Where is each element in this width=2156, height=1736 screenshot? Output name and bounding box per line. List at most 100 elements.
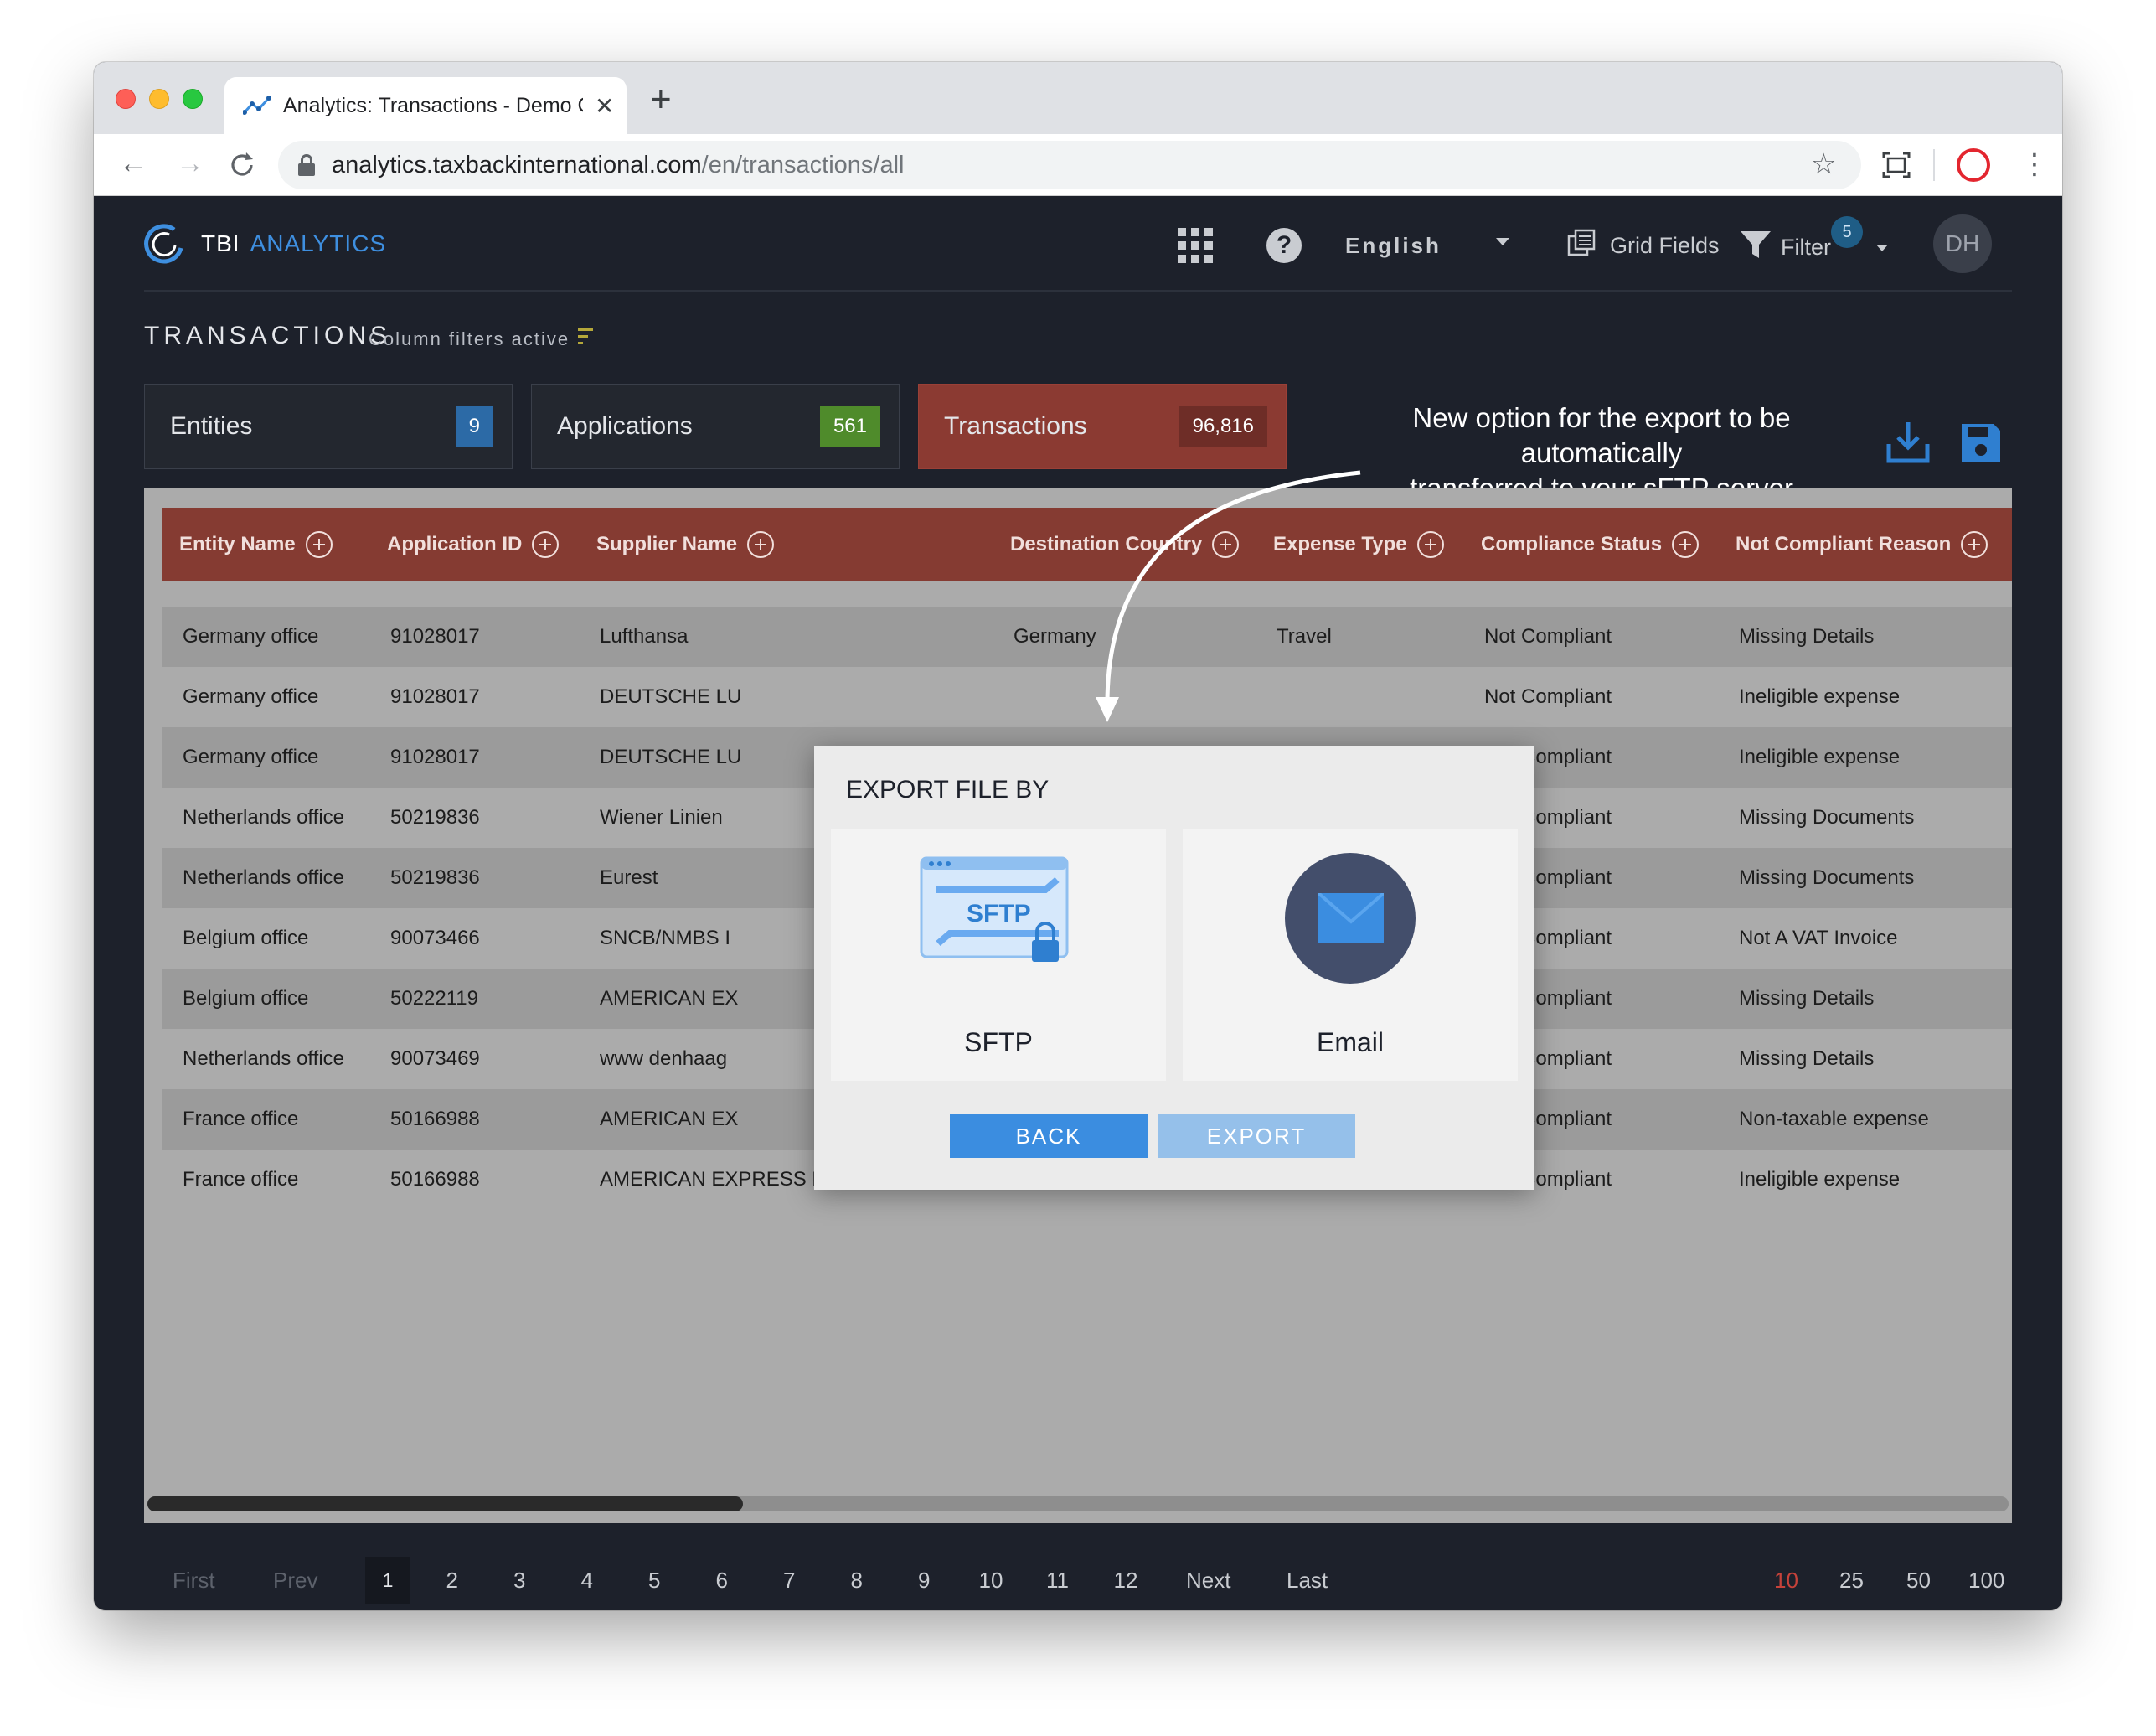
table-cell: Non-taxable expense <box>1739 1108 1929 1130</box>
user-avatar[interactable]: DH <box>1933 214 1992 273</box>
add-filter-plus-icon[interactable] <box>1416 531 1444 558</box>
pagination-page[interactable]: 12 <box>1114 1563 1138 1597</box>
column-header-entity-name[interactable]: Entity Name <box>179 508 333 581</box>
email-option[interactable]: Email <box>1183 829 1518 1081</box>
browser-tab[interactable]: Analytics: Transactions - Demo C ✕ <box>224 77 627 134</box>
column-header-compliance-status[interactable]: Compliance Status <box>1481 508 1700 581</box>
sftp-option[interactable]: SFTP SFTP <box>831 829 1166 1081</box>
page-size-option[interactable]: 50 <box>1906 1563 1931 1597</box>
analytics-favicon-icon <box>243 96 271 115</box>
back-button[interactable]: BACK <box>950 1114 1148 1158</box>
envelope-icon <box>1318 893 1384 943</box>
pagination-page[interactable]: 9 <box>918 1563 930 1597</box>
close-window-button[interactable] <box>116 89 136 109</box>
brand[interactable]: TBI ANALYTICS <box>144 223 386 265</box>
export-button[interactable]: EXPORT <box>1158 1114 1355 1158</box>
table-cell <box>1277 667 1478 727</box>
pagination-page[interactable]: 4 <box>581 1563 593 1597</box>
page-size-option[interactable]: 10 <box>1774 1563 1798 1597</box>
forward-arrow-icon[interactable]: → <box>176 147 204 180</box>
add-filter-plus-icon[interactable] <box>1212 531 1240 558</box>
pagination-page[interactable]: 8 <box>851 1563 863 1597</box>
table-cell: Travel <box>1277 625 1332 648</box>
table-cell: Ineligible expense <box>1739 746 1901 768</box>
add-filter-plus-icon[interactable] <box>1961 531 1988 558</box>
scrollbar-thumb[interactable] <box>147 1496 744 1511</box>
reload-icon[interactable] <box>228 151 256 179</box>
column-header-label: Entity Name <box>179 533 296 555</box>
pagination-first[interactable]: First <box>173 1563 215 1597</box>
brand-tbi: TBI <box>201 230 240 256</box>
pagination-prev[interactable]: Prev <box>273 1563 317 1597</box>
table-cell: Germany office <box>183 625 319 648</box>
grid-fields-button[interactable]: Grid Fields <box>1610 233 1720 259</box>
add-filter-plus-icon[interactable] <box>747 531 775 558</box>
pagination-last[interactable]: Last <box>1287 1563 1328 1597</box>
table-cell: France office <box>183 1108 299 1130</box>
table-cell: Missing Details <box>1739 625 1875 648</box>
table-cell: Belgium office <box>183 987 309 1010</box>
email-circle <box>1285 853 1416 984</box>
column-header-application-id[interactable]: Application ID <box>387 508 560 581</box>
column-header-expense-type[interactable]: Expense Type <box>1273 508 1444 581</box>
table-cell: Ineligible expense <box>1739 1168 1901 1191</box>
filter-lines-icon[interactable] <box>578 327 595 347</box>
table-cell: Germany office <box>183 685 319 708</box>
browser-tab-bar: Analytics: Transactions - Demo C ✕ + <box>94 62 2062 134</box>
page-size-option[interactable]: 100 <box>1968 1563 2004 1597</box>
pagination-page[interactable]: 3 <box>513 1563 525 1597</box>
add-filter-plus-icon[interactable] <box>305 531 333 558</box>
tab-entities-label: Entities <box>170 412 253 440</box>
filter-chevron-down-icon[interactable] <box>1876 245 1888 251</box>
add-filter-plus-icon[interactable] <box>1672 531 1700 558</box>
browser-menu-icon[interactable]: ⋮ <box>2020 147 2049 181</box>
table-row[interactable]: Germany office 91028017 DEUTSCHE LU Not Com… <box>162 667 2012 727</box>
pagination-page[interactable]: 2 <box>446 1563 458 1597</box>
filter-button[interactable]: Filter <box>1781 235 1831 261</box>
chevron-down-icon[interactable] <box>1496 238 1509 245</box>
pagination-page[interactable]: 11 <box>1046 1563 1069 1597</box>
grid-fields-icon[interactable] <box>1566 228 1596 258</box>
table-cell: 90073469 <box>390 1047 480 1070</box>
back-arrow-icon[interactable]: ← <box>119 147 147 180</box>
column-header-supplier-name[interactable]: Supplier Name <box>596 508 775 581</box>
pagination-page[interactable]: 5 <box>648 1563 660 1597</box>
table-cell: Netherlands office <box>183 806 345 829</box>
tab-entities[interactable]: Entities 9 <box>144 384 513 469</box>
minimize-window-button[interactable] <box>149 89 169 109</box>
toolbar-divider <box>1933 149 1935 181</box>
page-size-option[interactable]: 25 <box>1839 1563 1864 1597</box>
new-tab-icon[interactable]: + <box>650 79 672 121</box>
help-icon[interactable]: ? <box>1266 228 1302 263</box>
language-select[interactable]: English <box>1345 233 1442 259</box>
bookmark-star-icon[interactable]: ☆ <box>1811 147 1836 181</box>
filter-funnel-icon[interactable] <box>1739 228 1772 261</box>
column-header-not-compliant-reason[interactable]: Not Compliant Reason <box>1736 508 1988 581</box>
tab-applications-label: Applications <box>557 412 693 440</box>
pagination-next[interactable]: Next <box>1186 1563 1230 1597</box>
pagination-page[interactable]: 10 <box>979 1563 1003 1597</box>
table-row[interactable]: Germany office 91028017 Lufthansa Germany Tr… <box>162 607 2012 667</box>
opera-extension-icon[interactable] <box>1957 148 1990 182</box>
address-bar[interactable]: analytics.taxbackinternational.com /en/t… <box>278 141 1861 189</box>
pagination-page[interactable]: 6 <box>716 1563 728 1597</box>
table-cell: 50222119 <box>390 987 478 1010</box>
pagination-page[interactable]: 7 <box>783 1563 795 1597</box>
maximize-window-button[interactable] <box>183 89 203 109</box>
screenshot-icon[interactable] <box>1881 151 1911 179</box>
download-icon[interactable] <box>1885 419 1932 466</box>
close-tab-icon[interactable]: ✕ <box>595 92 614 120</box>
brand-analytics: ANALYTICS <box>250 230 387 256</box>
pagination-page[interactable]: 1 <box>365 1557 410 1604</box>
apps-grid-icon[interactable] <box>1178 228 1213 263</box>
horizontal-scrollbar[interactable] <box>147 1496 2009 1511</box>
column-header-label: Not Compliant Reason <box>1736 533 1952 555</box>
table-cell: Netherlands office <box>183 1047 345 1070</box>
add-filter-plus-icon[interactable] <box>532 531 560 558</box>
tab-applications[interactable]: Applications 561 <box>531 384 900 469</box>
column-header-destination-country[interactable]: Destination Country <box>1010 508 1240 581</box>
column-header-label: Compliance Status <box>1481 533 1663 555</box>
tab-transactions[interactable]: Transactions 96,816 <box>918 384 1287 469</box>
sftp-server-icon: SFTP <box>920 856 1069 962</box>
save-floppy-icon[interactable] <box>1960 422 2002 464</box>
